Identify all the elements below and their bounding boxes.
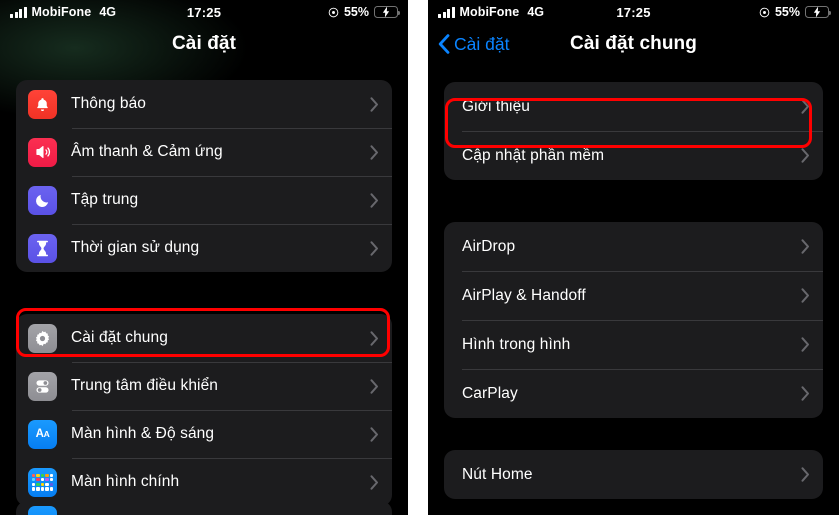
list-item-label: Hình trong hình	[462, 335, 571, 353]
battery-percent-label: 55%	[774, 5, 800, 19]
display-brightness-aa-icon: AA	[28, 419, 57, 449]
sidebar-item-label: Thông báo	[71, 95, 147, 112]
sound-speaker-icon	[28, 137, 57, 167]
control-center-toggles-icon	[28, 371, 57, 401]
list-item-about[interactable]: Giới thiệu	[444, 82, 823, 131]
sidebar-item-label: Màn hình chính	[71, 473, 180, 490]
list-item-label: Giới thiệu	[462, 97, 531, 115]
status-bar-left-cluster: MobiFone 4G	[438, 5, 544, 19]
signal-bars-icon	[438, 6, 455, 18]
nav-bar-right: Cài đặt Cài đặt chung	[428, 24, 839, 64]
page-title: Cài đặt	[171, 33, 237, 54]
chevron-right-icon	[801, 337, 810, 352]
notifications-bell-icon	[28, 89, 57, 119]
aa-glyph: AA	[35, 428, 50, 440]
network-type-label: 4G	[99, 5, 117, 19]
battery-charging-icon	[374, 6, 401, 18]
status-bar-right-cluster: 55%	[328, 5, 401, 19]
sidebar-item-home-screen[interactable]: Màn hình chính	[16, 458, 392, 506]
settings-group-two: Cài đặt chung Trung tâm điều khiển AA Mà…	[16, 314, 392, 506]
signal-bars-icon	[10, 6, 27, 18]
back-button[interactable]: Cài đặt	[438, 24, 509, 64]
chevron-right-icon	[801, 239, 810, 254]
chevron-right-icon	[370, 426, 379, 442]
chevron-right-icon	[801, 99, 810, 114]
list-item-label: CarPlay	[462, 384, 518, 402]
sidebar-item-label: Thời gian sử dụng	[71, 239, 200, 256]
comparison-screenshot: MobiFone 4G 17:25 55% Cài đặt Thông báo …	[0, 0, 839, 515]
sidebar-item-notifications[interactable]: Thông báo	[16, 80, 392, 128]
page-title: Cài đặt chung	[570, 33, 697, 54]
chevron-right-icon	[370, 240, 379, 256]
sidebar-item-label: Trung tâm điều khiển	[71, 377, 219, 394]
general-gear-icon	[28, 323, 57, 353]
list-item-picture-in-picture[interactable]: Hình trong hình	[444, 320, 823, 369]
sidebar-item-focus[interactable]: Tập trung	[16, 176, 392, 224]
partial-next-group	[16, 501, 392, 515]
carrier-label: MobiFone	[459, 5, 520, 19]
chevron-right-icon	[801, 467, 810, 482]
settings-group-about: Giới thiệu Cập nhật phần mềm	[444, 82, 823, 180]
chevron-right-icon	[370, 378, 379, 394]
nav-bar-left: Cài đặt	[0, 24, 408, 64]
sidebar-item-general[interactable]: Cài đặt chung	[16, 314, 392, 362]
settings-group-one: Thông báo Âm thanh & Cảm ứng Tập trung T…	[16, 80, 392, 272]
list-item-airplay-handoff[interactable]: AirPlay & Handoff	[444, 271, 823, 320]
battery-percent-label: 55%	[343, 5, 369, 19]
list-item-carplay[interactable]: CarPlay	[444, 369, 823, 418]
status-bar-right: MobiFone 4G 17:25 55%	[428, 0, 839, 24]
sidebar-item-display-brightness[interactable]: AA Màn hình & Độ sáng	[16, 410, 392, 458]
settings-group-connectivity: AirDrop AirPlay & Handoff Hình trong hìn…	[444, 222, 823, 418]
settings-list-left: Thông báo Âm thanh & Cảm ứng Tập trung T…	[0, 64, 408, 506]
sidebar-item-label: Màn hình & Độ sáng	[71, 425, 215, 442]
list-item-label: AirDrop	[462, 237, 516, 255]
list-item-label: Cập nhật phần mềm	[462, 146, 605, 164]
settings-list-right: Giới thiệu Cập nhật phần mềm AirDrop Air…	[428, 64, 839, 499]
location-arrow-icon	[759, 7, 770, 17]
list-item-label: Nút Home	[462, 465, 533, 483]
chevron-right-icon	[370, 474, 379, 490]
status-bar-left-cluster: MobiFone 4G	[10, 5, 116, 19]
screen-time-hourglass-icon	[28, 233, 57, 263]
chevron-right-icon	[801, 386, 810, 401]
status-bar-left: MobiFone 4G 17:25 55%	[0, 0, 408, 24]
chevron-right-icon	[801, 288, 810, 303]
back-button-label: Cài đặt	[454, 33, 510, 54]
list-item-airdrop[interactable]: AirDrop	[444, 222, 823, 271]
sidebar-item-label: Cài đặt chung	[71, 329, 168, 346]
sidebar-item-control-center[interactable]: Trung tâm điều khiển	[16, 362, 392, 410]
left-phone-screen: MobiFone 4G 17:25 55% Cài đặt Thông báo …	[0, 0, 408, 515]
status-bar-right-cluster: 55%	[759, 5, 832, 19]
chevron-right-icon	[801, 148, 810, 163]
sidebar-item-sounds-haptics[interactable]: Âm thanh & Cảm ứng	[16, 128, 392, 176]
list-item-home-button[interactable]: Nút Home	[444, 450, 823, 499]
battery-charging-icon	[805, 6, 832, 18]
chevron-right-icon	[370, 144, 379, 160]
list-item-label: AirPlay & Handoff	[462, 286, 586, 304]
settings-group-home-button: Nút Home	[444, 450, 823, 499]
chevron-right-icon	[370, 96, 379, 112]
chevron-left-icon	[438, 34, 450, 54]
sidebar-item-label: Tập trung	[71, 191, 139, 208]
right-phone-screen: MobiFone 4G 17:25 55% Cài đặt Cài đặt ch…	[428, 0, 839, 515]
sidebar-item-screen-time[interactable]: Thời gian sử dụng	[16, 224, 392, 272]
chevron-right-icon	[370, 330, 379, 346]
accessibility-icon	[28, 506, 57, 515]
home-screen-grid-icon	[28, 467, 57, 497]
sidebar-item-label: Âm thanh & Cảm ứng	[71, 143, 223, 160]
focus-moon-icon	[28, 185, 57, 215]
grid-dots	[32, 473, 53, 491]
location-arrow-icon	[328, 7, 339, 17]
panel-divider	[408, 0, 428, 515]
chevron-right-icon	[370, 192, 379, 208]
carrier-label: MobiFone	[31, 5, 92, 19]
list-item-software-update[interactable]: Cập nhật phần mềm	[444, 131, 823, 180]
network-type-label: 4G	[527, 5, 545, 19]
